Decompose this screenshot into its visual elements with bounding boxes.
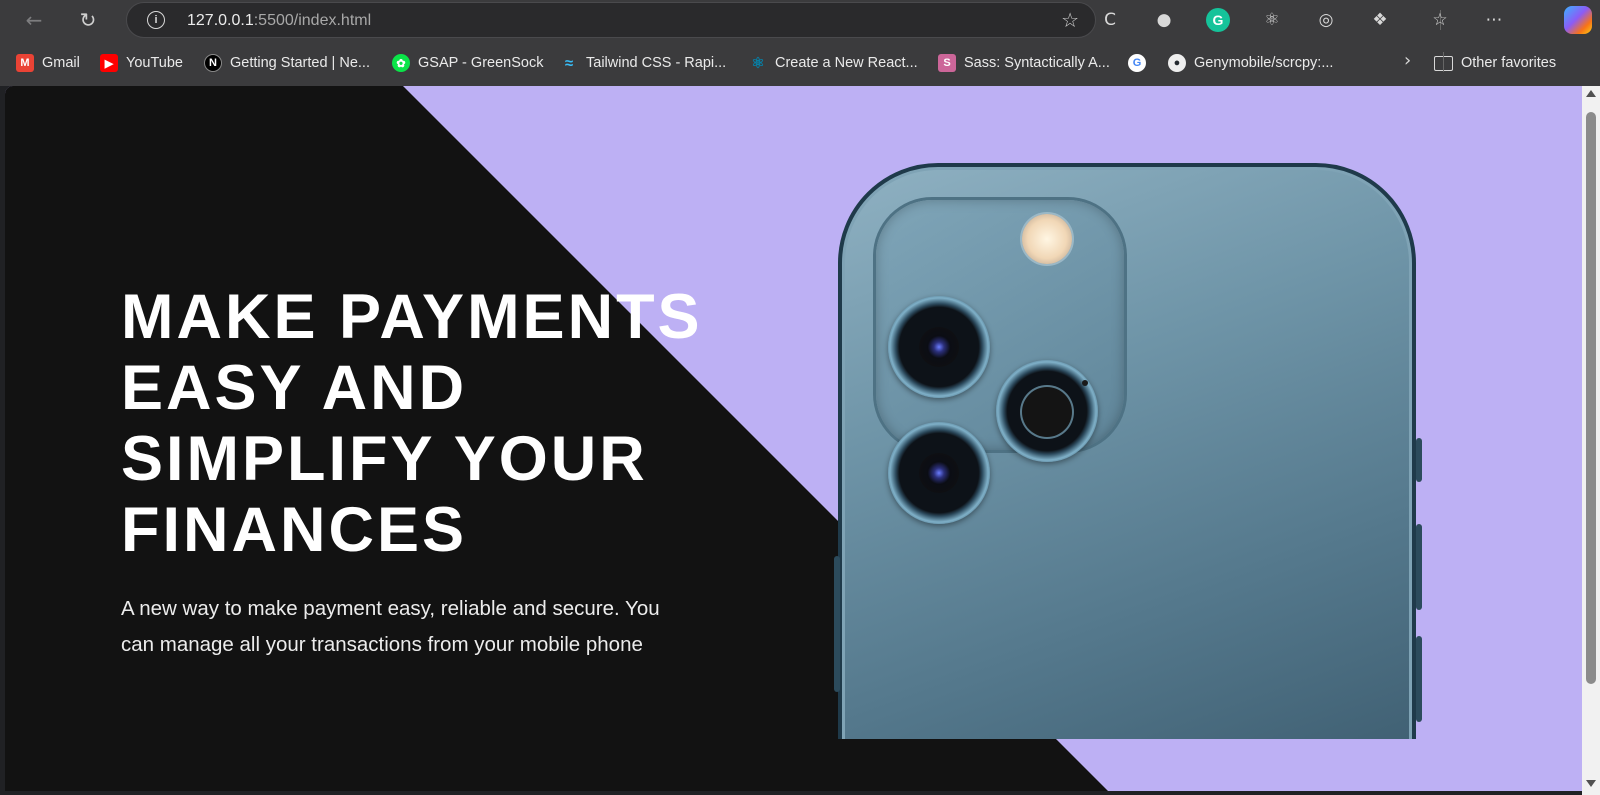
scroll-down-arrow-icon[interactable] xyxy=(1586,780,1596,787)
camera-lens-core xyxy=(919,327,959,367)
phone-side-button xyxy=(1416,438,1422,482)
camera-lens-core xyxy=(919,453,959,493)
scrollbar-thumb[interactable] xyxy=(1586,112,1596,684)
camera-flash xyxy=(1022,214,1072,264)
phone-side-button xyxy=(1416,524,1422,610)
phone-image xyxy=(0,0,1582,739)
phone-side-button xyxy=(834,556,840,692)
scroll-up-arrow-icon[interactable] xyxy=(1586,90,1596,97)
phone-side-button xyxy=(1416,636,1422,722)
lidar-sensor xyxy=(1022,387,1072,437)
microphone-hole xyxy=(1082,380,1088,386)
